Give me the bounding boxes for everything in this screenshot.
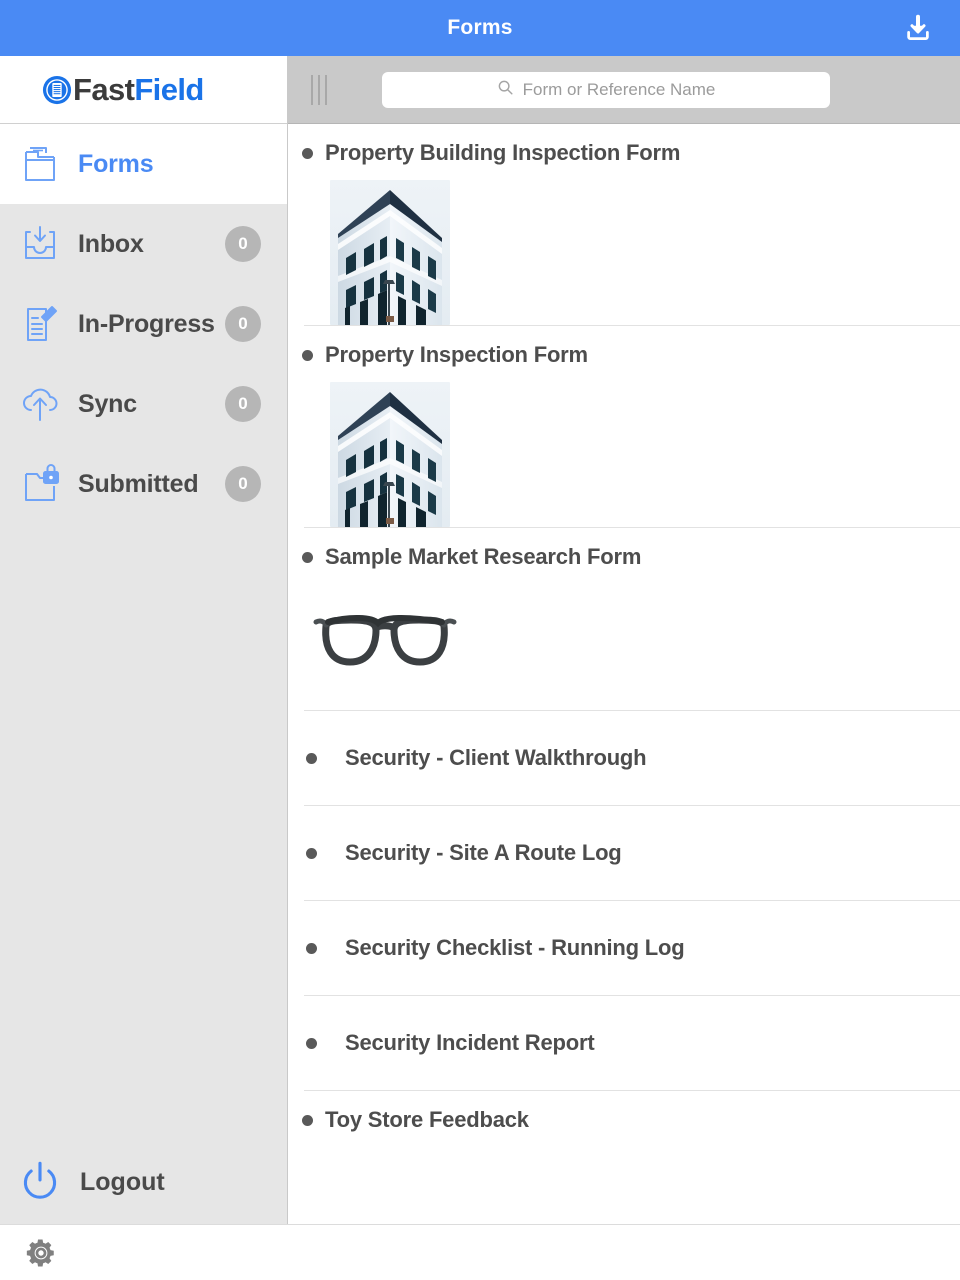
- form-title-row: Sample Market Research Form: [288, 528, 960, 570]
- status-badge: 0: [225, 386, 261, 422]
- sidebar-item-label: In-Progress: [78, 309, 215, 338]
- document-pencil-icon: [14, 298, 66, 350]
- list-item[interactable]: Security Checklist - Running Log: [288, 901, 960, 996]
- form-title-row: Security - Client Walkthrough: [288, 711, 960, 805]
- sidebar-item-in-progress[interactable]: In-Progress 0: [0, 284, 287, 364]
- content-pane: Form or Reference Name Property Building…: [288, 56, 960, 1224]
- form-title-row: Security Incident Report: [288, 996, 960, 1090]
- sidebar-item-sync[interactable]: Sync 0: [0, 364, 287, 444]
- brand-name-part2: Field: [134, 72, 204, 107]
- list-item[interactable]: Sample Market Research Form: [288, 528, 960, 711]
- bullet-icon: [306, 942, 317, 954]
- list-item[interactable]: Property Inspection Form: [288, 326, 960, 528]
- folder-lock-icon: [14, 458, 66, 510]
- sidebar-item-label: Inbox: [78, 229, 144, 258]
- power-icon: [14, 1156, 66, 1208]
- form-title-row: Security Checklist - Running Log: [288, 901, 960, 995]
- list-item[interactable]: Security - Client Walkthrough: [288, 711, 960, 806]
- form-title-row: Property Inspection Form: [288, 326, 960, 368]
- form-title: Toy Store Feedback: [325, 1107, 529, 1132]
- sidebar-item-submitted[interactable]: Submitted 0: [0, 444, 287, 524]
- form-title: Sample Market Research Form: [325, 544, 642, 569]
- cloud-upload-icon: [14, 378, 66, 430]
- sidebar-item-label: Sync: [78, 389, 137, 418]
- forms-list[interactable]: Property Building Inspection Form Proper…: [288, 124, 960, 1224]
- search-toolbar: Form or Reference Name: [288, 56, 960, 124]
- sidebar-nav: Forms Inbox 0 In-Progress 0 Sync 0 Submi…: [0, 124, 287, 524]
- sidebar-item-label: Forms: [78, 149, 154, 178]
- brand-logo: FastField: [0, 56, 287, 124]
- form-title: Property Inspection Form: [325, 342, 588, 367]
- bullet-icon: [302, 1114, 313, 1126]
- sidebar-spacer: [0, 524, 287, 1140]
- status-badge: 0: [225, 226, 261, 262]
- form-title: Security - Client Walkthrough: [345, 745, 647, 770]
- fastfield-logo-icon: [42, 75, 72, 105]
- list-item[interactable]: Toy Store Feedback: [288, 1091, 960, 1133]
- brand-name: FastField: [73, 74, 204, 105]
- gear-icon[interactable]: [24, 1236, 58, 1270]
- form-title-row: Toy Store Feedback: [288, 1091, 960, 1133]
- logout-button[interactable]: Logout: [0, 1140, 287, 1224]
- status-badge: 0: [225, 466, 261, 502]
- drag-grip-icon[interactable]: [296, 67, 342, 113]
- form-thumbnail-building: [330, 382, 450, 527]
- bullet-icon: [306, 752, 317, 764]
- bottom-toolbar: [0, 1224, 960, 1280]
- form-title-row: Security - Site A Route Log: [288, 806, 960, 900]
- search-icon: [497, 79, 514, 101]
- bullet-icon: [306, 1037, 317, 1049]
- list-item[interactable]: Security Incident Report: [288, 996, 960, 1091]
- search-placeholder: Form or Reference Name: [522, 79, 716, 99]
- sidebar: FastField Forms Inbox 0 In-Progress 0 Sy…: [0, 56, 288, 1224]
- form-title: Property Building Inspection Form: [325, 140, 681, 165]
- list-item[interactable]: Property Building Inspection Form: [288, 124, 960, 326]
- bullet-icon: [302, 551, 313, 563]
- form-title: Security Incident Report: [345, 1030, 595, 1055]
- main-body: FastField Forms Inbox 0 In-Progress 0 Sy…: [0, 56, 960, 1224]
- sidebar-item-label: Submitted: [78, 469, 199, 498]
- sidebar-item-forms[interactable]: Forms: [0, 124, 287, 204]
- form-title-row: Property Building Inspection Form: [288, 124, 960, 166]
- download-icon[interactable]: [898, 8, 938, 48]
- form-thumbnail-eyeglasses: [310, 592, 460, 684]
- inbox-tray-icon: [14, 218, 66, 270]
- top-header-bar: Forms: [0, 0, 960, 56]
- form-title: Security - Site A Route Log: [345, 840, 622, 865]
- form-thumbnail-building: [330, 180, 450, 325]
- brand-name-part1: Fast: [73, 72, 135, 107]
- bullet-icon: [306, 847, 317, 859]
- bullet-icon: [302, 349, 313, 361]
- search-input[interactable]: Form or Reference Name: [382, 71, 830, 108]
- form-title: Security Checklist - Running Log: [345, 935, 685, 960]
- folder-forms-icon: [14, 138, 66, 190]
- logout-label: Logout: [80, 1167, 165, 1196]
- bullet-icon: [302, 147, 313, 159]
- sidebar-item-inbox[interactable]: Inbox 0: [0, 204, 287, 284]
- app-window: Forms FastField Forms Inbox 0 In-Progres…: [0, 0, 960, 1280]
- search-wrapper: Form or Reference Name: [342, 71, 960, 108]
- status-badge: 0: [225, 306, 261, 342]
- list-item[interactable]: Security - Site A Route Log: [288, 806, 960, 901]
- page-title: Forms: [447, 16, 513, 39]
